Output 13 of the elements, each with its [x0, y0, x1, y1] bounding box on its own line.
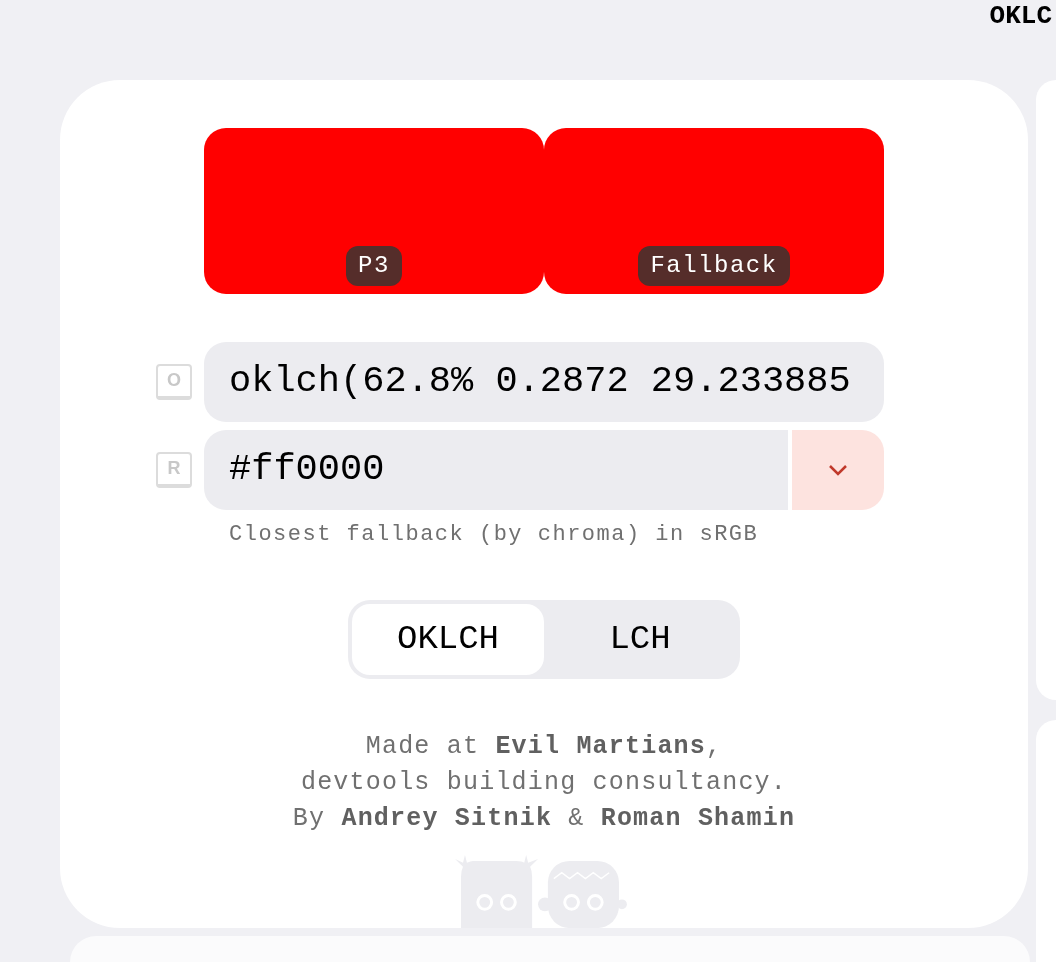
page-title: OKLC	[989, 2, 1052, 30]
dropdown-button[interactable]	[792, 429, 884, 510]
chevron-down-icon	[828, 463, 848, 476]
mode-tab[interactable]: OKLCH	[352, 603, 544, 675]
hint-text: Closest fallback (by chroma) in sRGB	[228, 520, 760, 549]
mode-tab[interactable]: LCH	[544, 603, 736, 675]
credits-text: Made at Evil Martians,	[365, 730, 723, 763]
input-field[interactable]: oklch(62.8% 0.2872 29.233885	[204, 341, 884, 422]
credits-text: devtools building consultancy.	[300, 766, 788, 799]
swatch-label: Fallback	[638, 245, 790, 286]
swatch-label: P3	[346, 245, 402, 286]
input-field[interactable]: #ff0000	[204, 429, 788, 510]
credits-text: By Andrey Sitnik & Roman Shamin	[292, 802, 796, 835]
